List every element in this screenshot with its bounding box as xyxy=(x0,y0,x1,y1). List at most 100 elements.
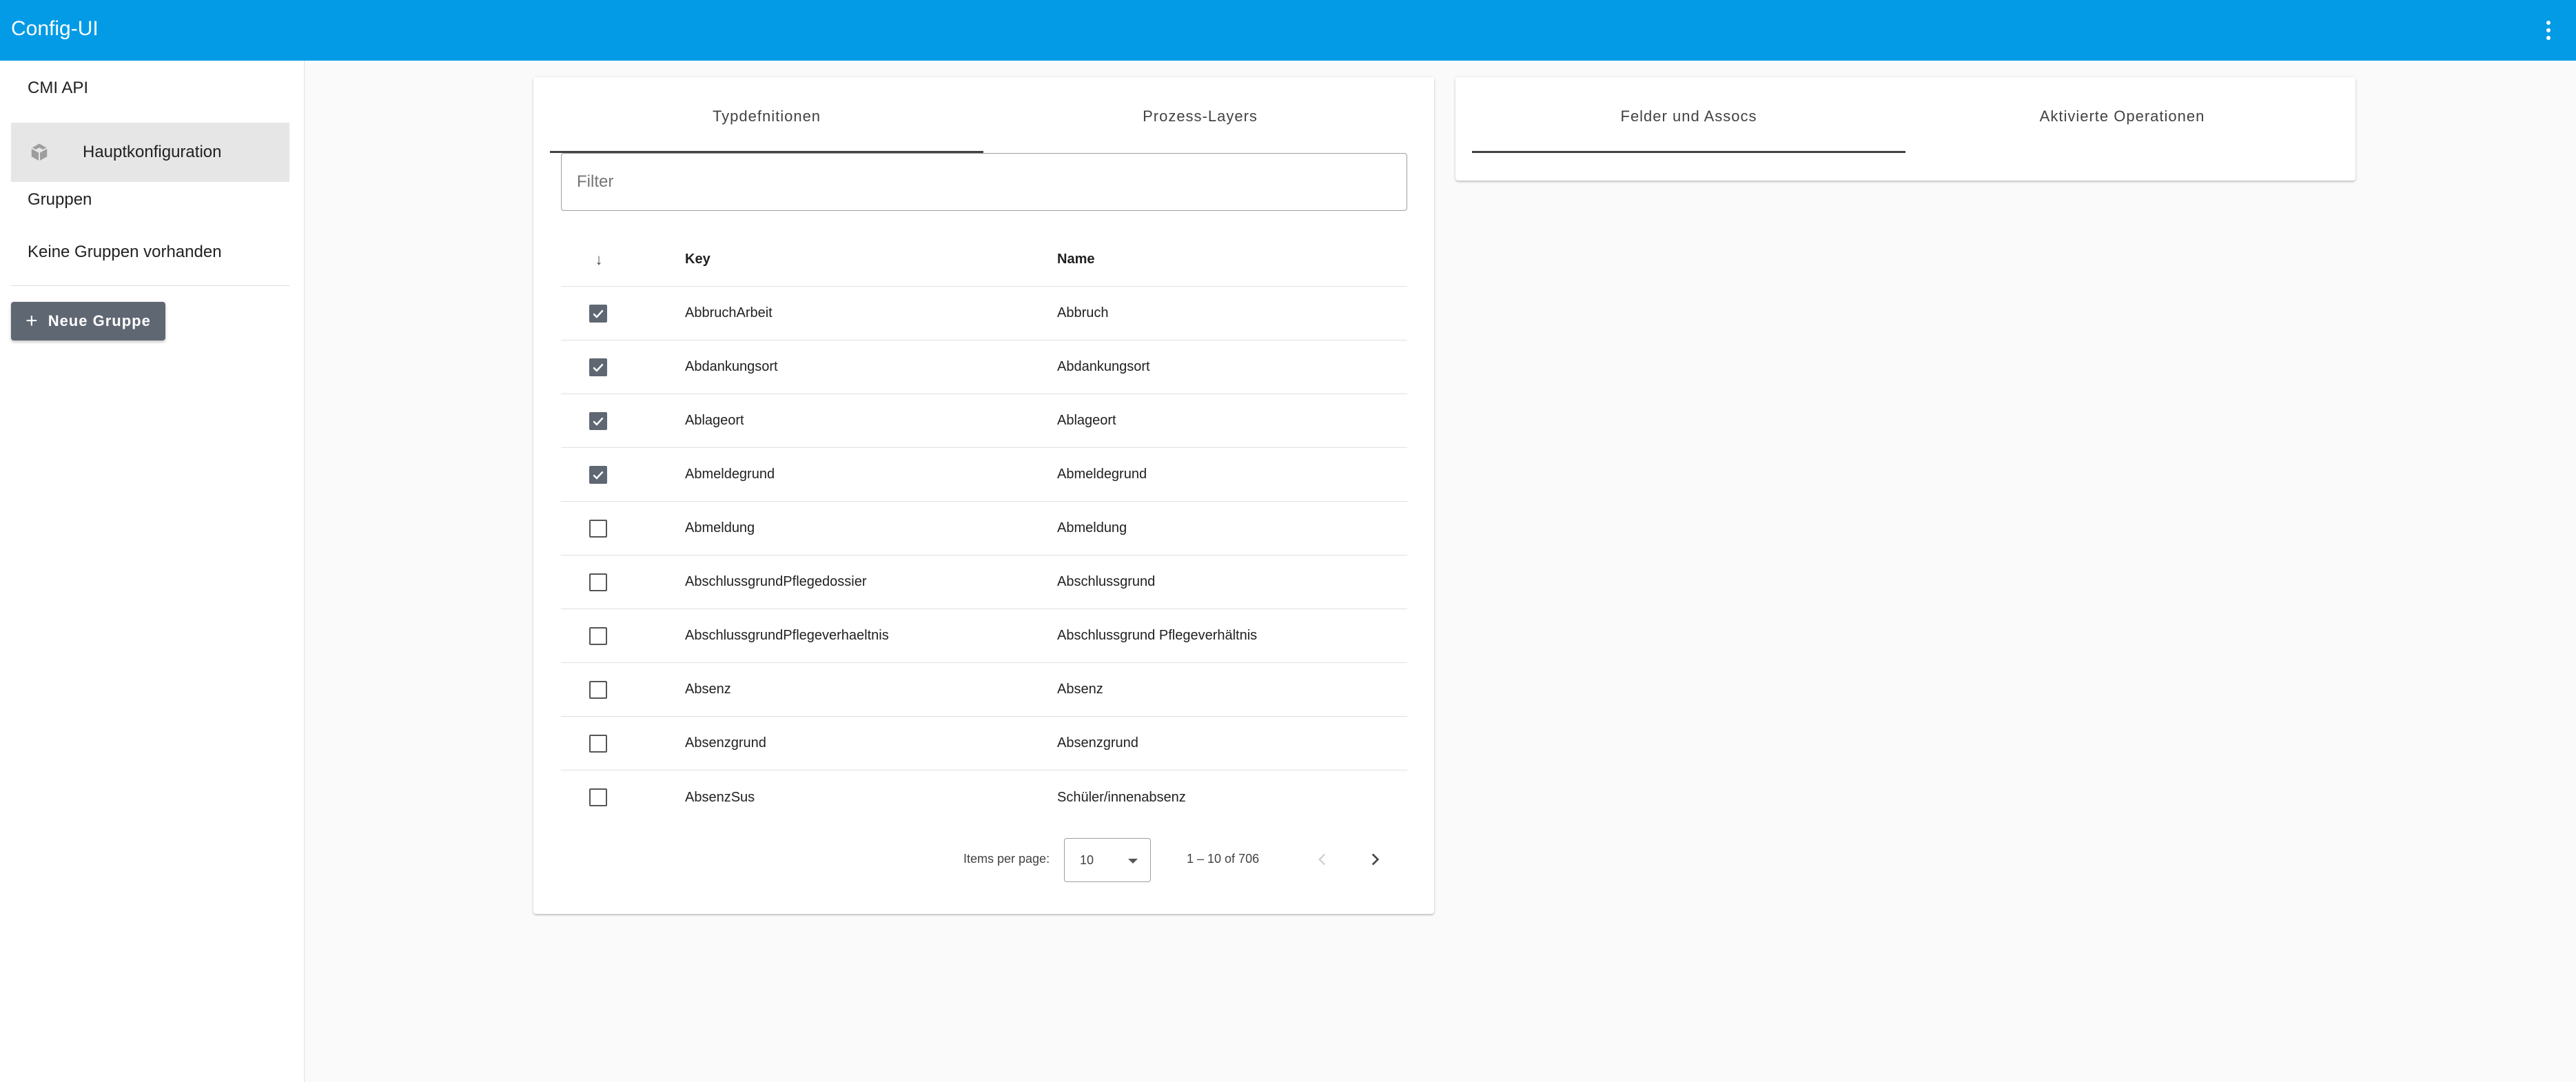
sidebar-item-label: Gruppen xyxy=(28,190,92,209)
tab-felder-und-assocs[interactable]: Felder und Assocs xyxy=(1472,94,1905,153)
sidebar: CMI API Hauptkonfiguration Gruppen Keine… xyxy=(0,61,305,1082)
plus-icon: + xyxy=(25,309,39,332)
checkbox-cell xyxy=(561,502,635,555)
row-checkbox[interactable] xyxy=(589,358,607,376)
row-checkbox[interactable] xyxy=(589,788,607,806)
chevron-right-icon xyxy=(1371,853,1380,866)
filter-field[interactable] xyxy=(561,153,1407,211)
row-checkbox[interactable] xyxy=(589,680,607,699)
fields-card: Felder und Assocs Aktivierte Operationen xyxy=(1455,77,2355,181)
cell-name: Ablageort xyxy=(1057,413,1116,428)
table-row[interactable]: Abdankungsort Abdankungsort xyxy=(561,340,1407,394)
sidebar-item-label: Keine Gruppen vorhanden xyxy=(28,243,222,261)
row-checkbox[interactable] xyxy=(589,519,607,538)
row-checkbox[interactable] xyxy=(589,465,607,484)
sort-header[interactable]: ↓ xyxy=(561,233,635,286)
cell-name: Abbruch xyxy=(1057,305,1109,320)
column-header-name[interactable]: Name xyxy=(1057,233,1094,286)
cell-name: Abdankungsort xyxy=(1057,359,1150,374)
check-icon xyxy=(593,363,604,372)
table-row[interactable]: Absenz Absenz xyxy=(561,663,1407,717)
arrow-down-icon: ↓ xyxy=(595,250,603,268)
more-vert-icon-dot xyxy=(2546,28,2551,32)
previous-page-button[interactable] xyxy=(1307,844,1338,875)
tab-label: Felder und Assocs xyxy=(1620,108,1757,125)
row-checkbox[interactable] xyxy=(589,573,607,591)
cell-key: Ablageort xyxy=(685,413,744,428)
cell-key: Absenz xyxy=(685,682,731,697)
cell-key: Absenzgrund xyxy=(685,735,766,751)
right-tab-bar: Felder und Assocs Aktivierte Operationen xyxy=(1472,94,2339,153)
sidebar-no-groups-text: Keine Gruppen vorhanden xyxy=(11,233,289,272)
new-group-button[interactable]: + Neue Gruppe xyxy=(11,302,165,340)
cell-name: Abmeldegrund xyxy=(1057,467,1147,482)
checkbox-cell xyxy=(561,448,635,501)
tab-aktivierte-operationen[interactable]: Aktivierte Operationen xyxy=(1905,94,2339,153)
more-vert-icon-dot xyxy=(2546,36,2551,40)
tab-label: Prozess-Layers xyxy=(1143,108,1258,125)
sidebar-item-cmi-api[interactable]: CMI API xyxy=(11,66,289,110)
cell-name: Abschlussgrund xyxy=(1057,574,1156,589)
table-header-row: ↓ Key Name xyxy=(561,233,1407,287)
cell-key: Abmeldung xyxy=(685,520,755,535)
paginator: Items per page: 10 1 – 10 of 706 xyxy=(533,835,1434,884)
checkbox-cell xyxy=(561,609,635,662)
row-checkbox[interactable] xyxy=(589,411,607,430)
table-row[interactable]: AbbruchArbeit Abbruch xyxy=(561,287,1407,340)
checkbox-cell xyxy=(561,770,635,824)
filter-input[interactable] xyxy=(577,154,1407,210)
next-page-button[interactable] xyxy=(1359,844,1391,875)
row-checkbox[interactable] xyxy=(589,304,607,323)
page-range-label: 1 – 10 of 706 xyxy=(1187,852,1260,866)
type-definitions-card: Typdefnitionen Prozess-Layers ↓ Key Name… xyxy=(533,77,1434,914)
checkbox-cell xyxy=(561,555,635,609)
check-icon xyxy=(593,471,604,480)
app-title: Config-UI xyxy=(11,17,99,40)
tab-label: Aktivierte Operationen xyxy=(2039,108,2205,125)
table-row[interactable]: AbsenzSus Schüler/innenabsenz xyxy=(561,770,1407,824)
sidebar-divider xyxy=(11,285,289,286)
cell-name: Absenzgrund xyxy=(1057,735,1138,751)
sidebar-item-label: CMI API xyxy=(28,79,89,97)
chevron-left-icon xyxy=(1318,853,1326,866)
table-row[interactable]: AbschlussgrundPflegeverhaeltnis Abschlus… xyxy=(561,609,1407,663)
cell-key: Abmeldegrund xyxy=(685,467,775,482)
column-header-key[interactable]: Key xyxy=(685,233,711,286)
table-row[interactable]: Abmeldegrund Abmeldegrund xyxy=(561,448,1407,502)
types-table: ↓ Key Name AbbruchArbeit Abbruch Abdanku… xyxy=(561,233,1407,824)
row-checkbox[interactable] xyxy=(589,734,607,753)
check-icon xyxy=(593,309,604,318)
cell-name: Absenz xyxy=(1057,682,1103,697)
tab-typdefinitionen[interactable]: Typdefnitionen xyxy=(550,94,983,153)
sidebar-item-hauptkonfiguration[interactable]: Hauptkonfiguration xyxy=(11,123,289,182)
items-per-page-label: Items per page: xyxy=(963,852,1050,866)
cell-key: AbschlussgrundPflegeverhaeltnis xyxy=(685,628,889,643)
tab-label: Typdefnitionen xyxy=(712,108,821,125)
app-toolbar: Config-UI xyxy=(0,0,2576,61)
table-row[interactable]: AbschlussgrundPflegedossier Abschlussgru… xyxy=(561,555,1407,609)
cube-icon xyxy=(31,143,48,161)
sidebar-groups-heading: Gruppen xyxy=(11,181,289,219)
cell-key: AbbruchArbeit xyxy=(685,305,773,320)
row-checkbox[interactable] xyxy=(589,626,607,645)
table-row[interactable]: Ablageort Ablageort xyxy=(561,394,1407,448)
checkbox-cell xyxy=(561,340,635,394)
cell-key: AbschlussgrundPflegedossier xyxy=(685,574,867,589)
items-per-page-select[interactable]: 10 xyxy=(1064,838,1151,882)
cell-name: Abschlussgrund Pflegeverhältnis xyxy=(1057,628,1258,643)
checkbox-cell xyxy=(561,717,635,770)
checkbox-cell xyxy=(561,394,635,447)
cell-key: Abdankungsort xyxy=(685,359,778,374)
table-row[interactable]: Abmeldung Abmeldung xyxy=(561,502,1407,555)
checkbox-cell xyxy=(561,287,635,340)
more-options-button[interactable] xyxy=(2532,14,2565,47)
left-tab-bar: Typdefnitionen Prozess-Layers xyxy=(550,94,1417,153)
more-vert-icon xyxy=(2546,21,2551,25)
new-group-button-label: Neue Gruppe xyxy=(48,312,151,329)
table-row[interactable]: Absenzgrund Absenzgrund xyxy=(561,717,1407,770)
caret-down-icon xyxy=(1128,859,1138,864)
cell-name: Abmeldung xyxy=(1057,520,1127,535)
tab-prozess-layers[interactable]: Prozess-Layers xyxy=(983,94,1417,153)
checkbox-cell xyxy=(561,663,635,716)
items-per-page-value: 10 xyxy=(1080,853,1094,867)
